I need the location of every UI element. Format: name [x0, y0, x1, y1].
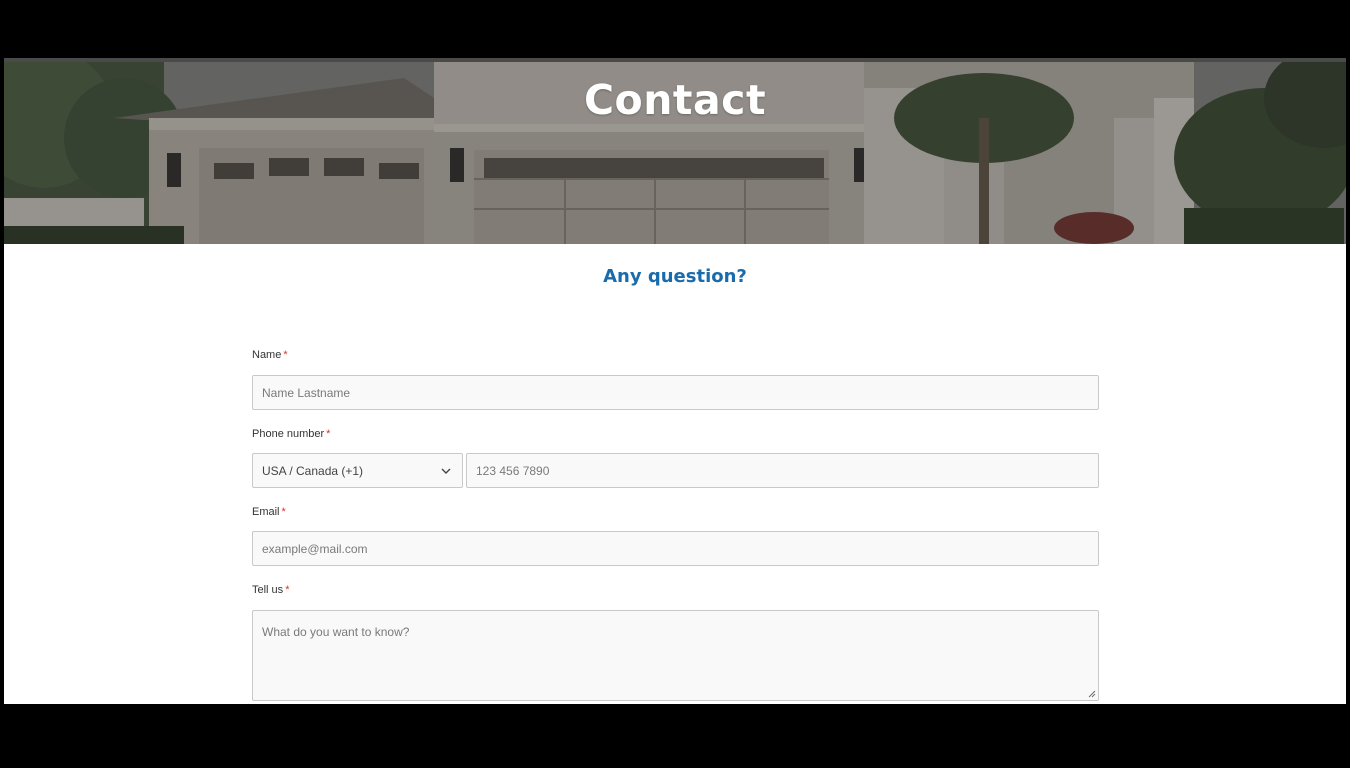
message-textarea[interactable]: What do you want to know?	[252, 610, 1099, 701]
section-heading: Any question?	[603, 266, 747, 287]
hero-banner: Contact	[4, 58, 1346, 244]
required-asterisk: *	[326, 428, 331, 440]
chevron-down-icon	[441, 468, 451, 474]
message-textarea-placeholder: What do you want to know?	[262, 625, 410, 639]
phone-label-text: Phone number	[252, 428, 325, 440]
required-asterisk: *	[283, 349, 288, 361]
phone-input-placeholder: 123 456 7890	[476, 463, 550, 478]
phone-input[interactable]: 123 456 7890	[466, 453, 1099, 488]
page-title: Contact	[583, 76, 767, 124]
hero-top-border	[4, 58, 1346, 62]
country-code-select[interactable]: USA / Canada (+1)	[252, 453, 463, 488]
email-input[interactable]: example@mail.com	[252, 531, 1099, 566]
email-label-text: Email	[252, 506, 280, 518]
message-label-text: Tell us	[252, 584, 284, 596]
name-label-text: Name	[252, 349, 282, 361]
email-label: Email *	[252, 506, 286, 518]
name-label: Name *	[252, 349, 288, 361]
resize-handle-icon[interactable]	[1088, 690, 1096, 698]
message-label: Tell us *	[252, 584, 289, 596]
required-asterisk: *	[285, 584, 290, 596]
email-input-placeholder: example@mail.com	[262, 541, 368, 556]
name-input[interactable]: Name Lastname	[252, 375, 1099, 410]
browser-viewport: Contact Any question? Name * Name Lastnam…	[4, 58, 1346, 704]
name-input-placeholder: Name Lastname	[262, 385, 351, 400]
country-code-value: USA / Canada (+1)	[262, 463, 364, 478]
phone-label: Phone number *	[252, 428, 330, 440]
required-asterisk: *	[281, 506, 286, 518]
